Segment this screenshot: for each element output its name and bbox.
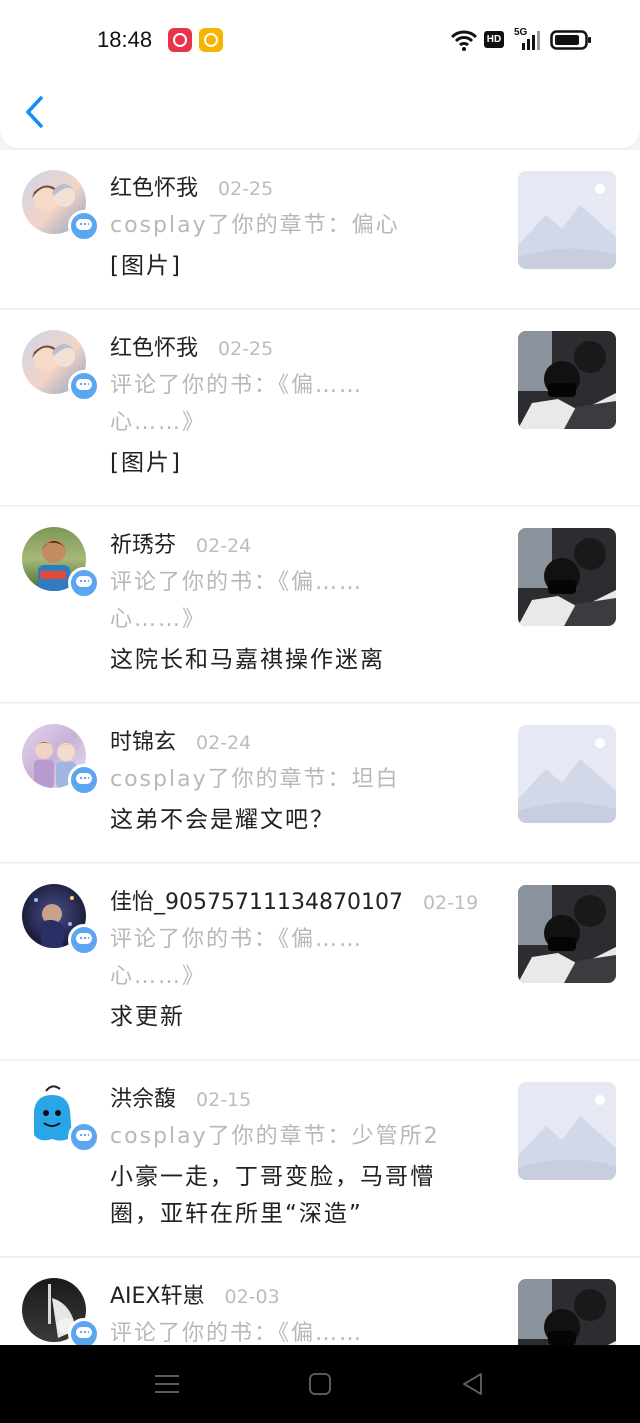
back-button[interactable] bbox=[20, 92, 54, 132]
comment-badge-icon bbox=[68, 924, 100, 956]
list-item[interactable]: 时锦玄 02-24 cosplay了你的章节：坦白 这弟不会是耀文吧？ bbox=[0, 704, 640, 863]
item-text: 红色怀我 02-25 cosplay了你的章节：偏心 [图片] bbox=[110, 170, 440, 285]
home-icon bbox=[309, 1373, 331, 1395]
item-action: 评论了你的书：《偏…… bbox=[110, 1321, 364, 1345]
back-triangle-icon bbox=[463, 1373, 482, 1395]
user-name[interactable]: 红色怀我 bbox=[110, 176, 198, 201]
thumbnail-photo[interactable] bbox=[518, 885, 616, 983]
list-item[interactable]: 红色怀我 02-25 cosplay了你的章节：偏心 [图片] bbox=[0, 150, 640, 309]
list-item[interactable]: 祈琇芬 02-24 评论了你的书：《偏……心……》 这院长和马嘉祺操作迷离 bbox=[0, 507, 640, 703]
item-action: 评论了你的书：《偏……心……》 bbox=[110, 927, 364, 989]
thumbnail-photo[interactable] bbox=[518, 528, 616, 626]
user-name[interactable]: 祈琇芬 bbox=[110, 533, 176, 558]
item-action: cosplay了你的章节：偏心 bbox=[110, 213, 400, 238]
signal-icon bbox=[522, 31, 540, 50]
item-action: cosplay了你的章节：坦白 bbox=[110, 767, 400, 792]
hd-badge: HD bbox=[484, 31, 504, 48]
user-name[interactable]: AIEX轩崽 bbox=[110, 1284, 205, 1309]
item-content: [图片] bbox=[110, 450, 182, 476]
thumbnail-placeholder[interactable] bbox=[518, 1082, 616, 1180]
user-name[interactable]: 时锦玄 bbox=[110, 730, 176, 755]
notification-list: 红色怀我 02-25 cosplay了你的章节：偏心 [图片] 红色怀我 02-25… bbox=[0, 150, 640, 1345]
list-item[interactable]: 洪佘馥 02-15 cosplay了你的章节：少管所2 小豪一走，丁哥变脸，马哥懵… bbox=[0, 1061, 640, 1257]
thumbnail-placeholder[interactable] bbox=[518, 171, 616, 269]
user-name[interactable]: 红色怀我 bbox=[110, 336, 198, 361]
item-text: 红色怀我 02-25 评论了你的书：《偏……心……》 [图片] bbox=[110, 330, 440, 482]
list-item[interactable]: AIEX轩崽 02-03 评论了你的书：《偏…… bbox=[0, 1258, 640, 1345]
weibo-icon bbox=[199, 28, 223, 52]
comment-badge-icon bbox=[68, 210, 100, 242]
item-content: 这院长和马嘉祺操作迷离 bbox=[110, 647, 385, 673]
battery-icon bbox=[550, 30, 591, 50]
comment-badge-icon bbox=[68, 370, 100, 402]
menu-button[interactable] bbox=[152, 1369, 182, 1399]
item-action: 评论了你的书：《偏……心……》 bbox=[110, 373, 364, 435]
item-date: 02-19 bbox=[422, 892, 479, 914]
item-date: 02-24 bbox=[196, 732, 252, 754]
item-content: 求更新 bbox=[110, 1004, 185, 1030]
home-button[interactable] bbox=[305, 1369, 335, 1399]
item-text: 洪佘馥 02-15 cosplay了你的章节：少管所2 小豪一走，丁哥变脸，马哥懵… bbox=[110, 1081, 440, 1233]
list-item[interactable]: 红色怀我 02-25 评论了你的书：《偏……心……》 [图片] bbox=[0, 310, 640, 506]
item-text: 佳怡_9057571113487010​7 02-19 评论了你的书：《偏……心…… bbox=[110, 884, 478, 1036]
menu-icon bbox=[155, 1375, 179, 1393]
comment-badge-icon bbox=[68, 567, 100, 599]
user-name[interactable]: 佳怡_9057571113487010​7 bbox=[110, 890, 403, 915]
status-indicators: HD 5G bbox=[450, 27, 595, 53]
item-content: [图片] bbox=[110, 253, 182, 279]
item-action: cosplay了你的章节：少管所2 bbox=[110, 1124, 440, 1149]
item-date: 02-25 bbox=[218, 338, 274, 360]
thumbnail-placeholder[interactable] bbox=[518, 725, 616, 823]
item-date: 02-03 bbox=[224, 1286, 280, 1308]
item-action: 评论了你的书：《偏……心……》 bbox=[110, 570, 364, 632]
comment-badge-icon bbox=[68, 764, 100, 796]
top-header: 18:48 HD 5G bbox=[0, 0, 640, 148]
item-text: AIEX轩崽 02-03 评论了你的书：《偏…… bbox=[110, 1278, 440, 1345]
item-text: 时锦玄 02-24 cosplay了你的章节：坦白 这弟不会是耀文吧？ bbox=[110, 724, 440, 839]
item-content: 这弟不会是耀文吧？ bbox=[110, 807, 335, 833]
user-name[interactable]: 洪佘馥 bbox=[110, 1087, 176, 1112]
nav-back-button[interactable] bbox=[458, 1369, 488, 1399]
list-item[interactable]: 佳怡_9057571113487010​7 02-19 评论了你的书：《偏……心…… bbox=[0, 864, 640, 1060]
comment-badge-icon bbox=[68, 1121, 100, 1153]
comment-badge-icon bbox=[68, 1318, 100, 1345]
system-nav-bar bbox=[0, 1345, 640, 1423]
item-content: 小豪一走，丁哥变脸，马哥懵圈，亚轩在所里“深造” bbox=[110, 1164, 435, 1227]
app-notification-icon bbox=[168, 28, 192, 52]
item-date: 02-15 bbox=[196, 1089, 252, 1111]
item-text: 祈琇芬 02-24 评论了你的书：《偏……心……》 这院长和马嘉祺操作迷离 bbox=[110, 527, 440, 679]
status-bar: 18:48 HD 5G bbox=[0, 0, 640, 80]
status-time: 18:48 bbox=[97, 27, 153, 52]
item-date: 02-24 bbox=[196, 535, 252, 557]
thumbnail-photo[interactable] bbox=[518, 331, 616, 429]
thumbnail-photo[interactable] bbox=[518, 1279, 616, 1345]
wifi-icon bbox=[450, 30, 478, 51]
item-date: 02-25 bbox=[218, 178, 274, 200]
chevron-left-icon bbox=[26, 96, 43, 128]
